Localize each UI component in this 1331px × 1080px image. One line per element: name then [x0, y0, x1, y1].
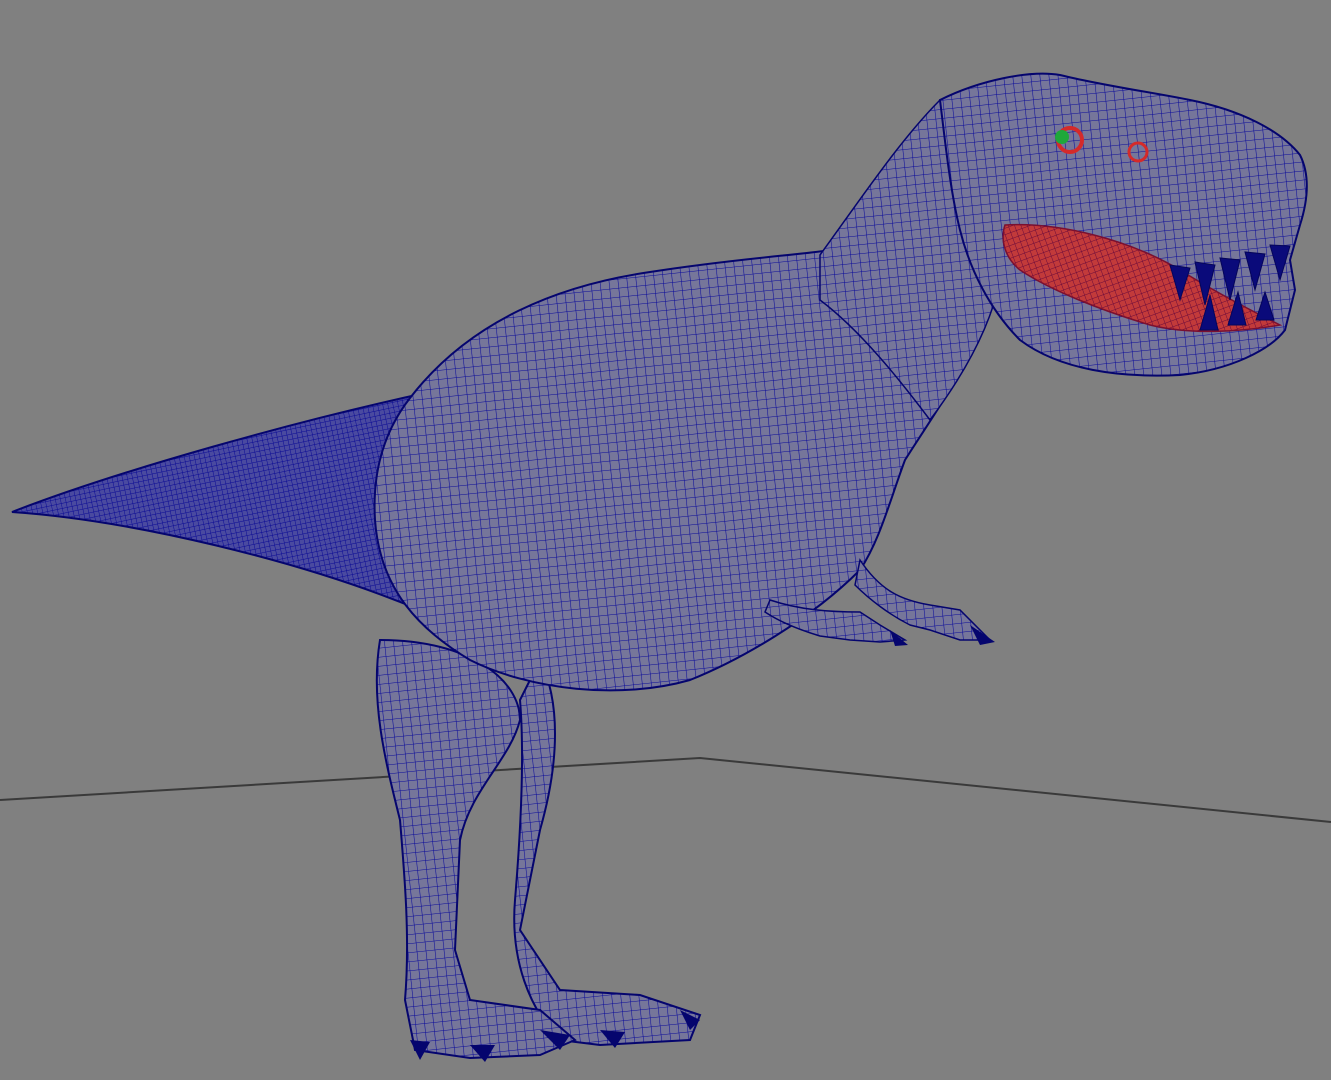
ground-grid-line	[0, 756, 1331, 823]
viewport-canvas[interactable]	[0, 0, 1331, 1080]
selected-vertex-marker[interactable]	[1055, 130, 1069, 144]
trex-wireframe-model[interactable]	[11, 72, 1308, 1062]
far-leg-mesh	[513, 657, 702, 1047]
head-mesh	[938, 72, 1308, 377]
3d-viewport[interactable]	[0, 0, 1331, 1080]
